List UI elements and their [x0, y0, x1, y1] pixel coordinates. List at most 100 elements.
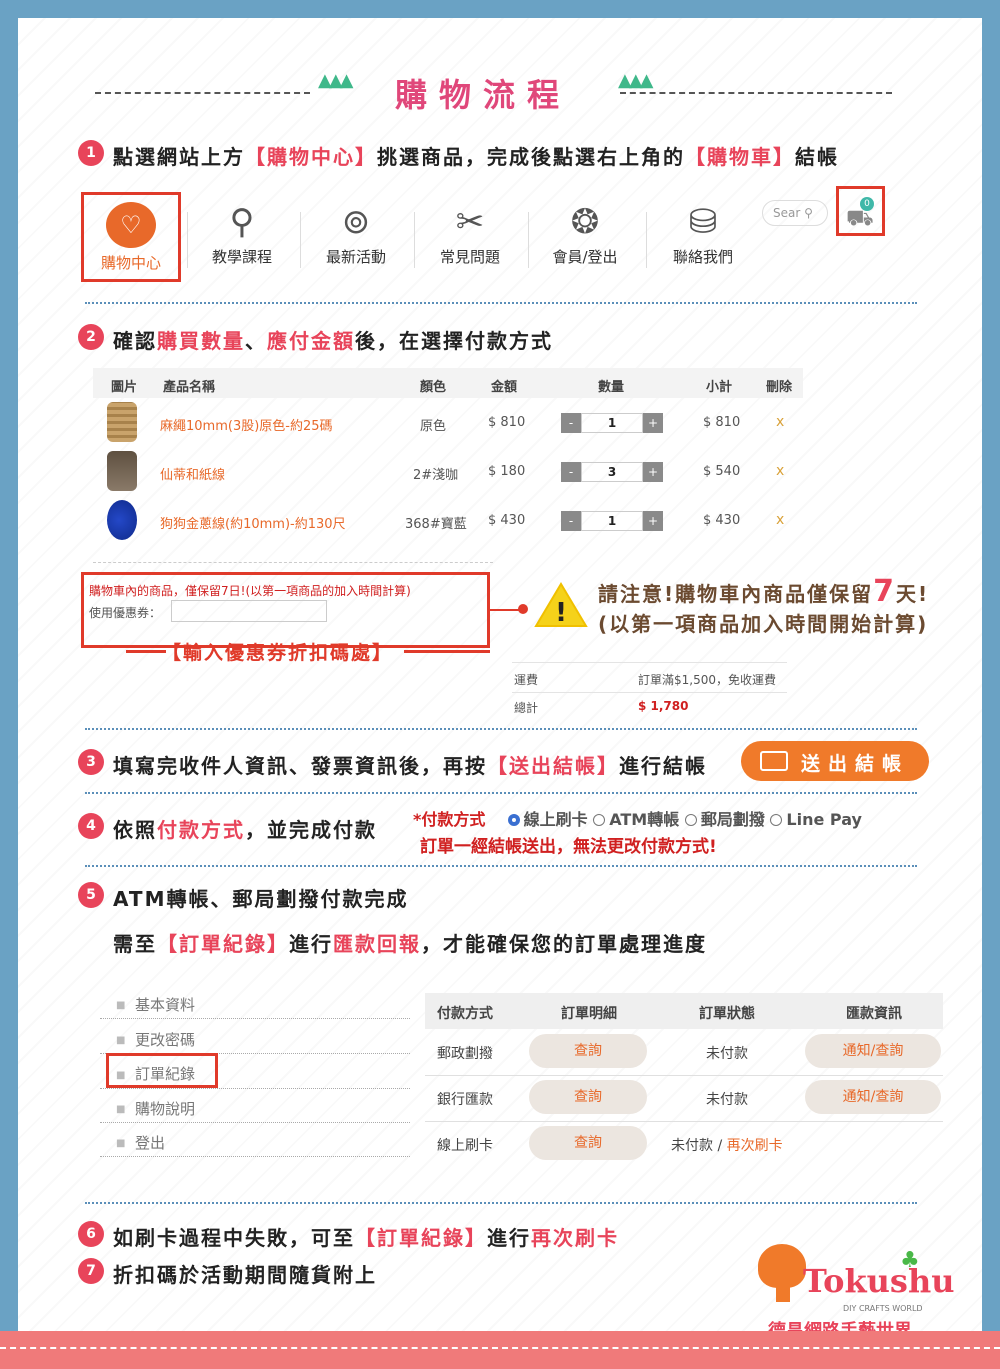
page-title: 購物流程 [395, 76, 572, 114]
order-table: 付款方式 訂單明細 訂單狀態 匯款資訊 郵政劃撥 查詢 未付款 通知/查詢 銀行… [425, 993, 943, 1161]
order-header-detail: 訂單明細 [561, 1006, 617, 1022]
logo-mushroom-stem [776, 1280, 790, 1302]
nav-separator [528, 212, 529, 268]
nav-shop-center[interactable]: 購物中心 [81, 252, 181, 273]
section-divider [85, 728, 917, 730]
cart-count-badge: 0 [860, 197, 874, 211]
coupon-input[interactable] [171, 600, 327, 622]
radio-line-pay[interactable] [770, 813, 783, 826]
order-row-divider [425, 1075, 943, 1076]
product-image[interactable] [107, 402, 137, 442]
quantity-minus-button[interactable]: - [561, 462, 581, 482]
shipping-value: 訂單滿$1,500，免收運費 [638, 673, 776, 687]
menu-shopping-guide[interactable]: 購物說明 [135, 1098, 195, 1119]
title-divider-right [620, 92, 892, 94]
footer-stitch [0, 1347, 1000, 1349]
search-icon: ⚲ [804, 206, 813, 220]
bullet: ■ [116, 1000, 126, 1011]
cart-header-delete: 刪除 [766, 380, 793, 395]
product-subtotal: $ 430 [703, 513, 741, 528]
step-7-text: 折扣碼於活動期間隨貨附上 [113, 1263, 377, 1287]
clover-icon: ♣ [900, 1248, 920, 1273]
step-1-text: 點選網站上方【購物中心】挑選商品，完成後點選右上角的【購物車】結帳 [113, 145, 839, 169]
totals-divider [512, 692, 787, 693]
nav-member[interactable]: ❂ 會員/登出 [530, 198, 640, 267]
quantity-stepper: -1 + [561, 413, 663, 433]
step-6-text: 如刷卡過程中失敗，可至【訂單紀錄】進行再次刷卡 [113, 1226, 619, 1250]
order-detail-button[interactable]: 查詢 [529, 1126, 647, 1160]
product-image[interactable] [107, 451, 137, 491]
shipping-label: 運費 [514, 673, 539, 687]
cart-header-name: 產品名稱 [163, 380, 216, 395]
nav-tutorial[interactable]: ⚲ 教學課程 [187, 198, 297, 267]
step-3-text: 填寫完收件人資訊、發票資訊後，再按【送出結帳】進行結帳 [113, 754, 707, 778]
order-status: 未付款 [706, 1046, 748, 1062]
order-method: 郵政劃撥 [437, 1046, 493, 1062]
radio-atm[interactable] [593, 813, 606, 826]
remittance-notify-button[interactable]: 通知/查詢 [805, 1034, 941, 1068]
radio-credit-card[interactable] [507, 813, 520, 826]
total-label: 總計 [514, 701, 539, 715]
product-name-link[interactable]: 麻繩10mm(3股)原色-約25碼 [160, 415, 333, 434]
step-4-text: 依照付款方式，並完成付款 [113, 818, 377, 842]
menu-change-password[interactable]: 更改密碼 [135, 1029, 195, 1050]
delete-button[interactable]: x [776, 414, 784, 430]
nav-contact[interactable]: ⛁ 聯絡我們 [648, 198, 758, 267]
step-number-2: 2 [78, 324, 104, 350]
order-status: 未付款 / 再次刷卡 [671, 1138, 783, 1154]
order-detail-button[interactable]: 查詢 [529, 1034, 647, 1068]
order-detail-button[interactable]: 查詢 [529, 1080, 647, 1114]
order-status: 未付款 [706, 1092, 748, 1108]
quantity-minus-button[interactable]: - [561, 511, 581, 531]
total-value: $ 1,780 [638, 699, 689, 713]
menu-order-record[interactable]: 訂單紀錄 [135, 1063, 195, 1084]
quantity-plus-button[interactable]: + [643, 462, 663, 482]
product-color: 原色 [420, 419, 447, 434]
quantity-input[interactable]: 3 [581, 462, 643, 482]
connector-dot [518, 604, 528, 614]
payment-option-label: 線上刷卡 [523, 810, 588, 829]
quantity-minus-button[interactable]: - [561, 413, 581, 433]
order-method: 線上刷卡 [437, 1138, 493, 1154]
product-image[interactable] [107, 500, 137, 540]
bullet: ■ [116, 1104, 126, 1115]
cart-header-image: 圖片 [111, 380, 138, 395]
step-number-1: 1 [78, 140, 104, 166]
product-price: $ 810 [488, 415, 526, 430]
menu-basic-info[interactable]: 基本資料 [135, 994, 195, 1015]
payment-option-label: ATM轉帳 [609, 810, 680, 829]
search-input[interactable]: Sear ⚲ [762, 200, 828, 226]
order-method: 銀行匯款 [437, 1092, 493, 1108]
step-number-3: 3 [78, 749, 104, 775]
product-name-link[interactable]: 狗狗金蔥線(約10mm)-約130尺 [160, 513, 346, 532]
nav-events[interactable]: ⊚ 最新活動 [301, 198, 411, 267]
cart-header-color: 顏色 [420, 380, 447, 395]
remittance-notify-button[interactable]: 通知/查詢 [805, 1080, 941, 1114]
delete-button[interactable]: x [776, 463, 784, 479]
bullet: ■ [116, 1138, 126, 1149]
payment-label: *付款方式 [413, 810, 486, 829]
jar-icon: ⛁ [688, 202, 718, 242]
payment-options: *付款方式 線上刷卡 ATM轉帳 郵局劃撥 Line Pay [413, 806, 862, 830]
svg-text:!: ! [555, 598, 567, 628]
product-name-link[interactable]: 仙蒂和紙線 [160, 464, 225, 483]
payment-warning: 訂單一經結帳送出，無法更改付款方式! [420, 837, 717, 857]
retry-payment-link[interactable]: 再次刷卡 [727, 1138, 783, 1154]
quantity-plus-button[interactable]: + [643, 511, 663, 531]
step-number-7: 7 [78, 1258, 104, 1284]
button-icon: ⊚ [341, 202, 371, 242]
quantity-input[interactable]: 1 [581, 413, 643, 433]
quantity-stepper: -1 + [561, 511, 663, 531]
nav-faq[interactable]: ✂ 常見問題 [415, 198, 525, 267]
step-number-5: 5 [78, 882, 104, 908]
warning-line-2: (以第一項商品加入時間開始計算) [598, 612, 929, 636]
quantity-input[interactable]: 1 [581, 511, 643, 531]
radio-postal[interactable] [684, 813, 697, 826]
caption-line-left [126, 650, 166, 653]
quantity-plus-button[interactable]: + [643, 413, 663, 433]
delete-button[interactable]: x [776, 512, 784, 528]
menu-logout[interactable]: 登出 [135, 1132, 165, 1153]
caption-line-right [404, 650, 490, 653]
heart-icon: ♡ [106, 202, 156, 248]
cart-header-qty: 數量 [598, 380, 625, 395]
